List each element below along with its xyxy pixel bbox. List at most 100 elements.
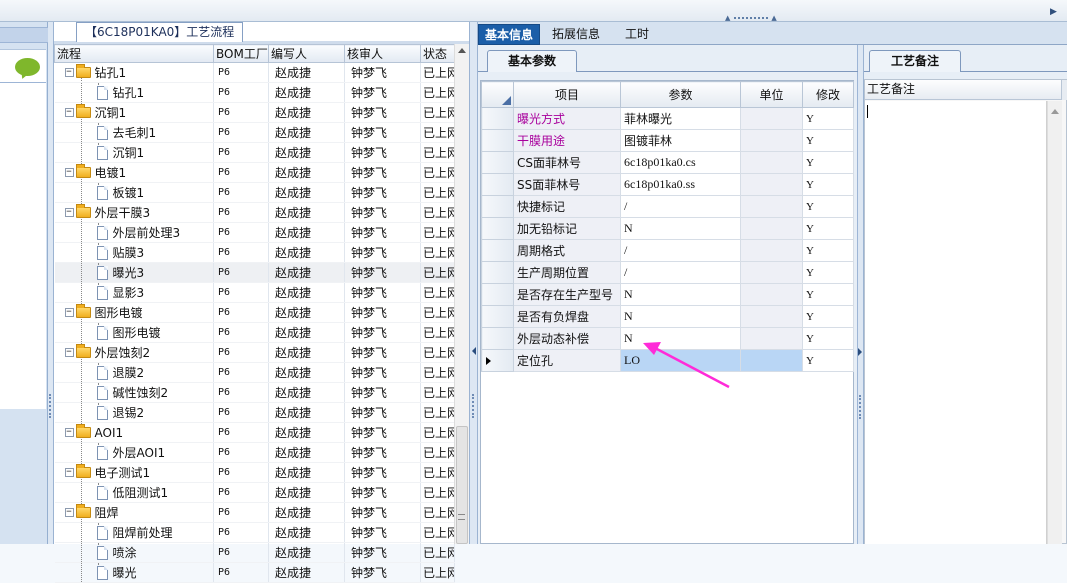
param-value-cell[interactable]: 6c18p01ka0.cs xyxy=(620,151,741,174)
collapse-toggle-icon[interactable]: − xyxy=(64,468,74,477)
table-row[interactable]: 低阻测试1 P6赵成捷钟梦飞已上网 xyxy=(54,482,455,503)
param-modify-cell[interactable]: Y xyxy=(802,283,854,306)
param-row[interactable]: 干膜用途 图镀菲林 Y xyxy=(481,129,854,152)
notes-text-area[interactable] xyxy=(865,101,1047,544)
tree-node[interactable]: 钻孔1 xyxy=(54,82,214,103)
table-row[interactable]: 图形电镀 P6赵成捷钟梦飞已上网 xyxy=(54,322,455,343)
table-row[interactable]: 显影3 P6赵成捷钟梦飞已上网 xyxy=(54,282,455,303)
tree-node[interactable]: 碱性蚀刻2 xyxy=(54,382,214,403)
param-unit-cell[interactable] xyxy=(740,195,803,218)
table-row[interactable]: 外层AOI1 P6赵成捷钟梦飞已上网 xyxy=(54,442,455,463)
param-row[interactable]: 生产周期位置 / Y xyxy=(481,261,854,284)
param-value-cell[interactable]: / xyxy=(620,261,741,284)
tree-node[interactable]: 低阻测试1 xyxy=(54,482,214,503)
row-indicator[interactable] xyxy=(481,173,514,196)
row-indicator[interactable] xyxy=(481,217,514,240)
collapse-toggle-icon[interactable]: − xyxy=(64,348,74,357)
param-unit-cell[interactable] xyxy=(740,305,803,328)
collapse-toggle-icon[interactable]: − xyxy=(64,508,74,517)
tree-node[interactable]: 板镀1 xyxy=(54,182,214,203)
param-value-cell[interactable]: N xyxy=(620,217,741,240)
tree-node[interactable]: − 图形电镀 xyxy=(54,302,214,323)
scrollbar-thumb[interactable] xyxy=(456,426,468,544)
collapse-toggle-icon[interactable]: − xyxy=(64,428,74,437)
param-value-cell[interactable]: / xyxy=(620,239,741,262)
param-value-cell[interactable]: N xyxy=(620,283,741,306)
param-unit-cell[interactable] xyxy=(740,327,803,350)
param-unit-cell[interactable] xyxy=(740,107,803,130)
param-modify-cell[interactable]: Y xyxy=(802,151,854,174)
tree-node[interactable]: 去毛刺1 xyxy=(54,122,214,143)
tree-node[interactable]: 贴膜3 xyxy=(54,242,214,263)
tree-vertical-scrollbar[interactable] xyxy=(454,44,469,544)
table-row[interactable]: − 图形电镀 P6赵成捷钟梦飞已上网 xyxy=(54,302,455,323)
param-modify-cell[interactable]: Y xyxy=(802,239,854,262)
param-row[interactable]: 是否有负焊盘 N Y xyxy=(481,305,854,328)
column-header-reviewer[interactable]: 核审人 xyxy=(344,44,421,63)
param-modify-cell[interactable]: Y xyxy=(802,327,854,350)
param-modify-cell[interactable]: Y xyxy=(802,107,854,130)
table-row[interactable]: 退膜2 P6赵成捷钟梦飞已上网 xyxy=(54,362,455,383)
table-row[interactable]: 曝光3 P6赵成捷钟梦飞已上网 xyxy=(54,262,455,283)
collapse-toggle-icon[interactable]: − xyxy=(64,108,74,117)
param-row[interactable]: CS面菲林号 6c18p01ka0.cs Y xyxy=(481,151,854,174)
collapse-toggle-icon[interactable]: − xyxy=(64,208,74,217)
param-unit-cell[interactable] xyxy=(740,283,803,306)
param-unit-cell[interactable] xyxy=(740,129,803,152)
row-indicator[interactable] xyxy=(481,239,514,262)
column-header-item[interactable]: 项目 xyxy=(513,81,621,108)
row-indicator[interactable] xyxy=(481,283,514,306)
collapse-toggle-icon[interactable]: − xyxy=(64,168,74,177)
column-header-modify[interactable]: 修改 xyxy=(802,81,854,108)
chat-bubble-icon[interactable] xyxy=(15,58,40,76)
table-row[interactable]: 喷涂 P6赵成捷钟梦飞已上网 xyxy=(54,542,455,563)
table-row[interactable]: 外层前处理3 P6赵成捷钟梦飞已上网 xyxy=(54,222,455,243)
tree-node[interactable]: − 钻孔1 xyxy=(54,62,214,83)
column-header-unit[interactable]: 单位 xyxy=(740,81,803,108)
tree-node[interactable]: 曝光 xyxy=(54,562,214,583)
tree-node[interactable]: 阻焊前处理 xyxy=(54,522,214,543)
param-row[interactable]: 加无铅标记 N Y xyxy=(481,217,854,240)
tree-node[interactable]: 外层AOI1 xyxy=(54,442,214,463)
tree-node[interactable]: 沉铜1 xyxy=(54,142,214,163)
tree-node[interactable]: 显影3 xyxy=(54,282,214,303)
tab-work-hours[interactable]: 工时 xyxy=(619,24,655,45)
param-value-cell[interactable]: 图镀菲林 xyxy=(620,129,741,152)
middle-splitter[interactable] xyxy=(469,22,478,544)
table-row[interactable]: − 电镀1 P6赵成捷钟梦飞已上网 xyxy=(54,162,455,183)
param-value-cell[interactable]: LO xyxy=(620,349,741,372)
table-row[interactable]: 去毛刺1 P6赵成捷钟梦飞已上网 xyxy=(54,122,455,143)
scroll-up-icon[interactable] xyxy=(458,48,466,53)
table-row[interactable]: − 电子测试1 P6赵成捷钟梦飞已上网 xyxy=(54,462,455,483)
column-header-writer[interactable]: 编写人 xyxy=(268,44,345,63)
tree-node[interactable]: 退膜2 xyxy=(54,362,214,383)
table-row[interactable]: 曝光 P6赵成捷钟梦飞已上网 xyxy=(54,562,455,583)
tab-basic-info[interactable]: 基本信息 xyxy=(478,24,541,45)
column-header-flow[interactable]: 流程 xyxy=(54,44,214,63)
param-unit-cell[interactable] xyxy=(740,239,803,262)
row-indicator[interactable] xyxy=(481,327,514,350)
table-row[interactable]: − AOI1 P6赵成捷钟梦飞已上网 xyxy=(54,422,455,443)
param-modify-cell[interactable]: Y xyxy=(802,217,854,240)
tree-node[interactable]: − 电镀1 xyxy=(54,162,214,183)
column-header-param[interactable]: 参数 xyxy=(620,81,741,108)
grid-corner[interactable] xyxy=(481,81,514,108)
row-indicator[interactable] xyxy=(481,129,514,152)
tree-node[interactable]: − AOI1 xyxy=(54,422,214,443)
param-modify-cell[interactable]: Y xyxy=(802,305,854,328)
param-modify-cell[interactable]: Y xyxy=(802,129,854,152)
param-value-cell[interactable]: N xyxy=(620,305,741,328)
tab-process-flow[interactable]: 【6C18P01KA0】工艺流程 xyxy=(76,22,244,42)
table-row[interactable]: 贴膜3 P6赵成捷钟梦飞已上网 xyxy=(54,242,455,263)
param-unit-cell[interactable] xyxy=(740,173,803,196)
tab-process-notes[interactable]: 工艺备注 xyxy=(869,50,961,72)
tree-node[interactable]: − 电子测试1 xyxy=(54,462,214,483)
param-unit-cell[interactable] xyxy=(740,151,803,174)
table-row[interactable]: 碱性蚀刻2 P6赵成捷钟梦飞已上网 xyxy=(54,382,455,403)
param-row[interactable]: 定位孔 LO Y xyxy=(481,349,854,372)
collapse-left-icon[interactable] xyxy=(472,347,476,355)
scroll-right-icon[interactable]: ▶ xyxy=(1050,7,1057,17)
param-row[interactable]: 快捷标记 / Y xyxy=(481,195,854,218)
param-value-cell[interactable]: 6c18p01ka0.ss xyxy=(620,173,741,196)
row-indicator[interactable] xyxy=(481,261,514,284)
